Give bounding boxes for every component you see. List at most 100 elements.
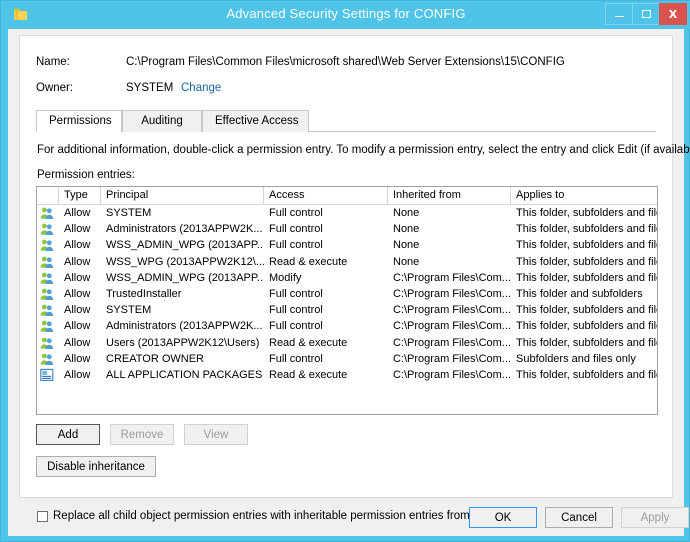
cell-inherited-from: C:\Program Files\Com... [393, 320, 511, 333]
cell-type: Allow [64, 368, 91, 381]
change-owner-link[interactable]: Change [181, 82, 221, 94]
table-row[interactable]: Allow SYSTEM Full control C:\Program Files\… [37, 302, 657, 318]
close-button[interactable]: X [659, 3, 687, 25]
cell-access: Full control [269, 223, 323, 236]
cell-inherited-from: C:\Program Files\Com... [393, 304, 511, 317]
owner-value: SYSTEM [126, 82, 174, 94]
tab-permissions[interactable]: Permissions [36, 110, 122, 132]
cell-inherited-from: C:\Program Files\Com... [393, 352, 511, 365]
active-tab-seam [37, 131, 121, 132]
table-row[interactable]: Allow CREATOR OWNER Full control C:\Program… [37, 351, 657, 367]
cell-access: Full control [269, 207, 323, 219]
cell-principal: Administrators (2013APPW2K... [106, 223, 263, 236]
cell-inherited-from: None [393, 255, 420, 268]
maximize-icon [641, 10, 651, 18]
cell-type: Allow [64, 223, 91, 236]
cell-inherited-from: C:\Program Files\Com... [393, 368, 511, 381]
table-row[interactable]: Allow WSS_ADMIN_WPG (2013APP... Full contr… [37, 237, 657, 253]
replace-child-permissions-row[interactable]: Replace all child object permission entr… [37, 510, 525, 522]
table-row[interactable]: Allow Users (2013APPW2K12\Users) Read & ex… [37, 335, 657, 351]
table-row[interactable]: Allow Administrators (2013APPW2K... Full c… [37, 221, 657, 237]
cell-type: Allow [64, 239, 91, 252]
dialog-client-area: Name: C:\Program Files\Common Files\micr… [8, 29, 690, 536]
group-icon [40, 271, 54, 285]
replace-child-permissions-checkbox[interactable] [37, 510, 48, 522]
cell-access: Modify [269, 271, 302, 284]
table-row[interactable]: Allow SYSTEM Full control None This folder, … [37, 205, 657, 221]
cell-applies-to: This folder, subfolders and files [516, 304, 657, 317]
table-row[interactable]: Allow ALL APPLICATION PACKAGES Read & exec… [37, 367, 657, 383]
cell-access: Full control [269, 320, 323, 333]
cell-type: Allow [64, 271, 91, 284]
group-icon [40, 336, 54, 350]
cell-applies-to: This folder, subfolders and files [516, 271, 657, 284]
cell-applies-to: This folder, subfolders and files [516, 336, 657, 349]
cell-principal: Users (2013APPW2K12\Users) [106, 336, 260, 349]
cell-type: Allow [64, 304, 91, 317]
cell-access: Full control [269, 287, 323, 300]
group-icon [40, 206, 54, 220]
cell-type: Allow [64, 255, 91, 268]
cell-applies-to: This folder, subfolders and files [516, 255, 657, 268]
window-title: Advanced Security Settings for CONFIG [226, 6, 466, 21]
advanced-security-settings-window: Advanced Security Settings for CONFIG X … [0, 0, 690, 542]
name-value: C:\Program Files\Common Files\microsoft … [126, 56, 565, 68]
group-icon [40, 352, 54, 366]
cell-access: Full control [269, 352, 323, 365]
permissions-panel: Name: C:\Program Files\Common Files\micr… [19, 35, 690, 522]
minimize-button[interactable] [605, 3, 633, 25]
cell-access: Full control [269, 304, 323, 317]
remove-button: Remove [110, 424, 174, 445]
name-label: Name: [36, 56, 70, 68]
cell-access: Full control [269, 239, 323, 252]
cell-principal: TrustedInstaller [106, 287, 182, 300]
grid-header-row: Type Principal Access Inherited from App… [37, 187, 657, 205]
column-header-icon[interactable] [37, 187, 59, 204]
cell-type: Allow [64, 287, 91, 300]
cell-applies-to: This folder, subfolders and files [516, 223, 657, 236]
column-header-principal[interactable]: Principal [101, 187, 264, 204]
cell-inherited-from: C:\Program Files\Com... [393, 336, 511, 349]
table-row[interactable]: Allow Administrators (2013APPW2K... Full c… [37, 318, 657, 334]
maximize-button[interactable] [632, 3, 660, 25]
cell-principal: WSS_WPG (2013APPW2K12\... [106, 255, 264, 268]
cancel-button[interactable]: Cancel [545, 507, 613, 528]
cell-applies-to: This folder and subfolders [516, 287, 643, 300]
owner-label: Owner: [36, 82, 74, 94]
table-row[interactable]: Allow TrustedInstaller Full control C:\Prog… [37, 286, 657, 302]
group-icon [40, 238, 54, 252]
ok-button[interactable]: OK [469, 507, 537, 528]
cell-principal: WSS_ADMIN_WPG (2013APP... [106, 239, 264, 252]
permission-entries-label: Permission entries: [37, 169, 135, 181]
disable-inheritance-button[interactable]: Disable inheritance [36, 456, 156, 477]
cell-access: Read & execute [269, 255, 348, 268]
cell-inherited-from: C:\Program Files\Com... [393, 287, 511, 300]
column-header-inherited-from[interactable]: Inherited from [388, 187, 511, 204]
table-row[interactable]: Allow WSS_ADMIN_WPG (2013APP... Modify C:\P… [37, 270, 657, 286]
column-header-type[interactable]: Type [59, 187, 101, 204]
cell-principal: SYSTEM [106, 207, 152, 219]
group-icon [40, 287, 54, 301]
cell-inherited-from: C:\Program Files\Com... [393, 271, 511, 284]
cell-type: Allow [64, 207, 91, 219]
permission-entries-grid[interactable]: Type Principal Access Inherited from App… [36, 186, 658, 415]
cell-applies-to: This folder, subfolders and files [516, 320, 657, 333]
cell-applies-to: This folder, subfolders and files [516, 207, 657, 219]
group-icon [40, 303, 54, 317]
tab-auditing[interactable]: Auditing [122, 110, 202, 132]
table-row[interactable]: Allow WSS_WPG (2013APPW2K12\... Read & exe… [37, 254, 657, 270]
cell-applies-to: Subfolders and files only [516, 352, 636, 365]
title-bar: Advanced Security Settings for CONFIG X [1, 1, 690, 29]
app-package-icon [40, 368, 54, 382]
apply-button: Apply [621, 507, 689, 528]
replace-child-permissions-label: Replace all child object permission entr… [53, 510, 525, 522]
minimize-icon [614, 16, 624, 17]
cell-principal: SYSTEM [106, 304, 152, 317]
column-header-access[interactable]: Access [264, 187, 388, 204]
tab-effective-access[interactable]: Effective Access [202, 110, 309, 132]
cell-principal: ALL APPLICATION PACKAGES [106, 368, 263, 381]
cell-applies-to: This folder, subfolders and files [516, 239, 657, 252]
add-button[interactable]: Add [36, 424, 100, 445]
column-header-applies-to[interactable]: Applies to [511, 187, 657, 204]
cell-access: Read & execute [269, 336, 348, 349]
